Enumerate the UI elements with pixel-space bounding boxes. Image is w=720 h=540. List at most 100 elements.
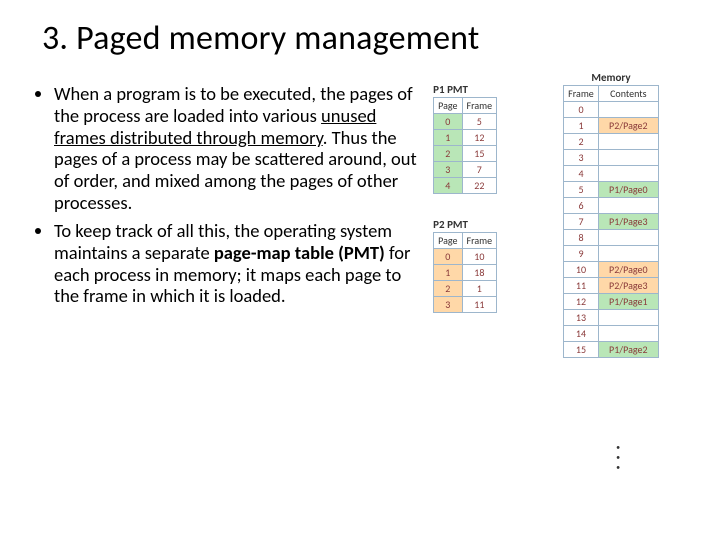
table-row: 3 (564, 150, 659, 166)
pmt-frame-cell: 1 (462, 281, 497, 297)
p1-pmt-title: P1 PMT (433, 83, 497, 96)
memory-contents-cell: P1/Page3 (598, 214, 658, 230)
memory-contents-cell: P2/Page3 (598, 278, 658, 294)
memory-contents-cell (598, 310, 658, 326)
memory-table: Frame Contents 01P2/Page22345P1/Page067P… (563, 85, 659, 358)
pmt-page-cell: 3 (434, 162, 462, 178)
memory-frame-cell: 3 (564, 150, 599, 166)
pmt-page-cell: 0 (434, 114, 462, 130)
table-row: 9 (564, 246, 659, 262)
memory-contents-cell: P1/Page0 (598, 182, 658, 198)
table-row: 13 (564, 310, 659, 326)
memory-contents-cell: P1/Page1 (598, 294, 658, 310)
bullet-2-bold: page-map table (PMT) (214, 241, 385, 264)
table-row: 112 (434, 130, 497, 146)
table-row: 0 (564, 102, 659, 118)
memory-contents-cell (598, 150, 658, 166)
table-row: 2 (564, 134, 659, 150)
memory-frame-cell: 1 (564, 118, 599, 134)
memory-frame-cell: 5 (564, 182, 599, 198)
table-row: 05 (434, 114, 497, 130)
pmt-frame-cell: 22 (462, 178, 497, 194)
memory-contents-cell (598, 230, 658, 246)
table-row: 6 (564, 198, 659, 214)
bullet-list: When a program is to be executed, the pa… (30, 83, 425, 307)
memory-frame-cell: 10 (564, 262, 599, 278)
pmt-frame-cell: 15 (462, 146, 497, 162)
table-row: Page Frame (434, 233, 497, 249)
text-column: When a program is to be executed, the pa… (30, 83, 425, 313)
pmt-frame-cell: 5 (462, 114, 497, 130)
memory-frame-cell: 4 (564, 166, 599, 182)
table-row: 8 (564, 230, 659, 246)
p2-pmt-header-page: Page (434, 233, 462, 249)
table-row: 7P1/Page3 (564, 214, 659, 230)
table-row: 37 (434, 162, 497, 178)
pmt-frame-cell: 18 (462, 265, 497, 281)
pmt-page-cell: 4 (434, 178, 462, 194)
memory-contents-cell (598, 166, 658, 182)
content-row: When a program is to be executed, the pa… (30, 83, 690, 313)
p1-pmt-table: Page Frame 0511221537422 (433, 97, 497, 194)
memory-contents-cell: P2/Page2 (598, 118, 658, 134)
memory-body: 01P2/Page22345P1/Page067P1/Page38910P2/P… (564, 102, 659, 358)
memory-frame-cell: 9 (564, 246, 599, 262)
diagram-column: P1 PMT Page Frame 0511221537422 P2 PMT P… (433, 83, 690, 313)
memory-frame-cell: 15 (564, 342, 599, 358)
memory-block: Memory Frame Contents 01P2/Page22345P1/P… (563, 71, 659, 358)
p1-pmt-header-frame: Frame (462, 98, 497, 114)
bullet-2: To keep track of all this, the operating… (54, 220, 425, 307)
table-row: 118 (434, 265, 497, 281)
pmt-page-cell: 1 (434, 265, 462, 281)
memory-frame-cell: 7 (564, 214, 599, 230)
p2-pmt-body: 01011821311 (434, 249, 497, 313)
pmt-frame-cell: 12 (462, 130, 497, 146)
memory-contents-cell (598, 246, 658, 262)
pmt-page-cell: 1 (434, 130, 462, 146)
p1-pmt-block: P1 PMT Page Frame 0511221537422 (433, 83, 497, 194)
memory-contents-cell (598, 326, 658, 342)
pmt-page-cell: 0 (434, 249, 462, 265)
table-row: 1P2/Page2 (564, 118, 659, 134)
table-row: 14 (564, 326, 659, 342)
p2-pmt-title: P2 PMT (433, 218, 497, 231)
memory-frame-cell: 12 (564, 294, 599, 310)
memory-title: Memory (563, 71, 659, 84)
p1-pmt-header-page: Page (434, 98, 462, 114)
memory-contents-cell (598, 102, 658, 118)
table-row: 12P1/Page1 (564, 294, 659, 310)
memory-contents-cell: P2/Page0 (598, 262, 658, 278)
memory-frame-cell: 14 (564, 326, 599, 342)
memory-contents-cell (598, 198, 658, 214)
table-row: 15P1/Page2 (564, 342, 659, 358)
memory-frame-cell: 13 (564, 310, 599, 326)
slide: 3. Paged memory management When a progra… (0, 0, 720, 323)
p1-pmt-body: 0511221537422 (434, 114, 497, 194)
table-row: 4 (564, 166, 659, 182)
memory-frame-cell: 6 (564, 198, 599, 214)
p2-pmt-block: P2 PMT Page Frame 01011821311 (433, 218, 497, 313)
memory-frame-cell: 11 (564, 278, 599, 294)
slide-title: 3. Paged memory management (42, 18, 690, 59)
p2-pmt-table: Page Frame 01011821311 (433, 232, 497, 313)
memory-frame-cell: 8 (564, 230, 599, 246)
table-row: 311 (434, 297, 497, 313)
memory-header-frame: Frame (564, 86, 599, 102)
pmt-page-cell: 3 (434, 297, 462, 313)
pmt-page-cell: 2 (434, 146, 462, 162)
pmt-frame-cell: 10 (462, 249, 497, 265)
pmt-page-cell: 2 (434, 281, 462, 297)
table-row: 11P2/Page3 (564, 278, 659, 294)
table-row: 10P2/Page0 (564, 262, 659, 278)
table-row: 21 (434, 281, 497, 297)
bullet-1: When a program is to be executed, the pa… (54, 83, 425, 214)
table-row: Frame Contents (564, 86, 659, 102)
memory-frame-cell: 0 (564, 102, 599, 118)
pmt-frame-cell: 7 (462, 162, 497, 178)
memory-frame-cell: 2 (564, 134, 599, 150)
table-row: 422 (434, 178, 497, 194)
p2-pmt-header-frame: Frame (462, 233, 497, 249)
memory-contents-cell (598, 134, 658, 150)
table-row: 010 (434, 249, 497, 265)
table-row: 5P1/Page0 (564, 182, 659, 198)
